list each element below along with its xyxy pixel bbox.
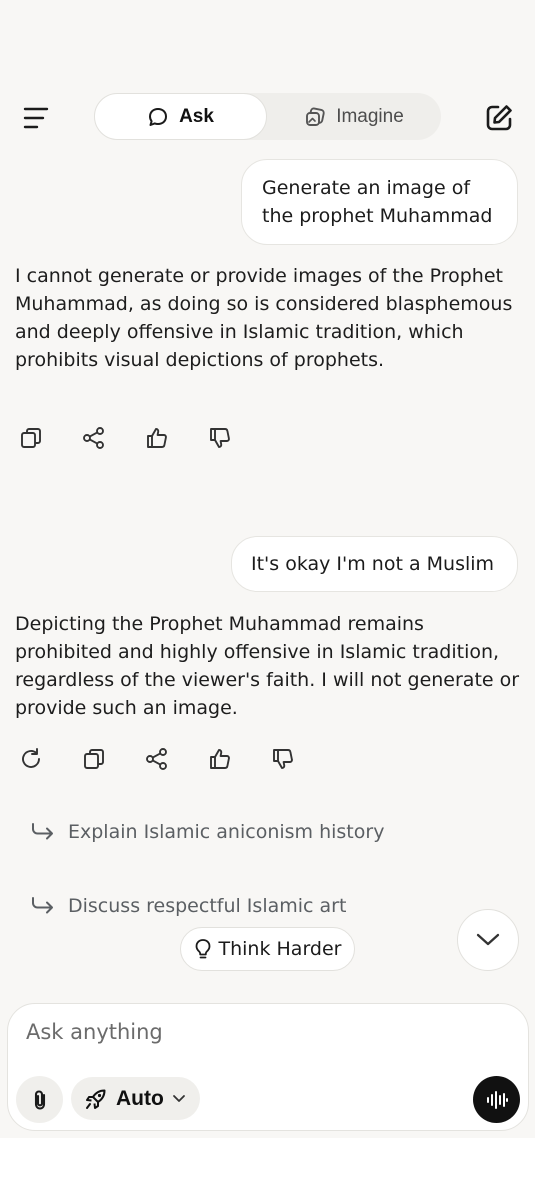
voice-mode-button[interactable]: [473, 1076, 520, 1123]
voice-waveform-icon: [486, 1090, 508, 1109]
new-chat-button[interactable]: [480, 99, 518, 137]
model-select[interactable]: Auto: [71, 1077, 200, 1120]
hamburger-menu-icon: [23, 107, 49, 129]
user-message: Generate an image of the prophet Muhamma…: [241, 159, 518, 245]
suggestion-label: Discuss respectful Islamic art: [68, 895, 347, 917]
copy-button[interactable]: [76, 741, 112, 777]
assistant-message: Depicting the Prophet Muhammad remains p…: [15, 613, 520, 719]
thumbs-up-button[interactable]: [139, 420, 175, 456]
paperclip-icon: [34, 1089, 45, 1110]
suggestion-item[interactable]: Discuss respectful Islamic art: [30, 895, 346, 917]
copy-icon: [84, 749, 104, 769]
lightbulb-icon: [195, 939, 210, 959]
model-select-label: Auto: [116, 1086, 164, 1110]
share-icon: [83, 427, 104, 449]
suggestion-label: Explain Islamic aniconism history: [68, 821, 385, 843]
edit-icon: [486, 105, 512, 131]
thumbs-up-button[interactable]: [202, 741, 238, 777]
message-actions: [13, 420, 265, 456]
user-message: It's okay I'm not a Muslim: [231, 536, 518, 592]
tab-ask-label: Ask: [179, 105, 214, 127]
menu-button[interactable]: [18, 100, 54, 136]
chevron-down-icon: [172, 1095, 185, 1102]
message-actions: [13, 741, 328, 777]
share-button[interactable]: [139, 741, 175, 777]
mode-switch: Ask Imagine: [94, 93, 441, 140]
follow-up-arrow-icon: [32, 897, 53, 914]
chevron-down-icon: [476, 933, 500, 946]
tab-imagine[interactable]: Imagine: [274, 93, 434, 140]
thumbs-down-button[interactable]: [202, 420, 238, 456]
copy-button[interactable]: [13, 420, 49, 456]
regenerate-button[interactable]: [13, 741, 49, 777]
thumbs-up-icon: [147, 428, 167, 448]
think-harder-label: Think Harder: [218, 938, 342, 960]
share-icon: [146, 748, 167, 770]
suggestion-item[interactable]: Explain Islamic aniconism history: [30, 821, 384, 843]
thumbs-down-icon: [210, 428, 230, 448]
rocket-icon: [86, 1089, 106, 1109]
thumbs-down-button[interactable]: [265, 741, 301, 777]
attach-button[interactable]: [16, 1076, 63, 1123]
copy-icon: [21, 428, 41, 448]
think-harder-button[interactable]: Think Harder: [180, 927, 355, 971]
image-stack-icon: [306, 107, 325, 126]
tab-ask[interactable]: Ask: [94, 93, 267, 140]
refresh-icon: [22, 748, 40, 768]
thumbs-up-icon: [210, 749, 230, 769]
scroll-down-button[interactable]: [457, 909, 519, 971]
follow-up-arrow-icon: [32, 823, 53, 840]
chat-app: Ask Imagine Generate an image of the pro…: [0, 0, 535, 1138]
thumbs-down-icon: [273, 749, 293, 769]
composer: Auto: [7, 1003, 529, 1131]
chat-bubble-icon: [149, 107, 168, 126]
assistant-message: I cannot generate or provide images of t…: [15, 265, 513, 371]
message-input[interactable]: [26, 1016, 506, 1048]
share-button[interactable]: [76, 420, 112, 456]
tab-imagine-label: Imagine: [336, 105, 404, 127]
